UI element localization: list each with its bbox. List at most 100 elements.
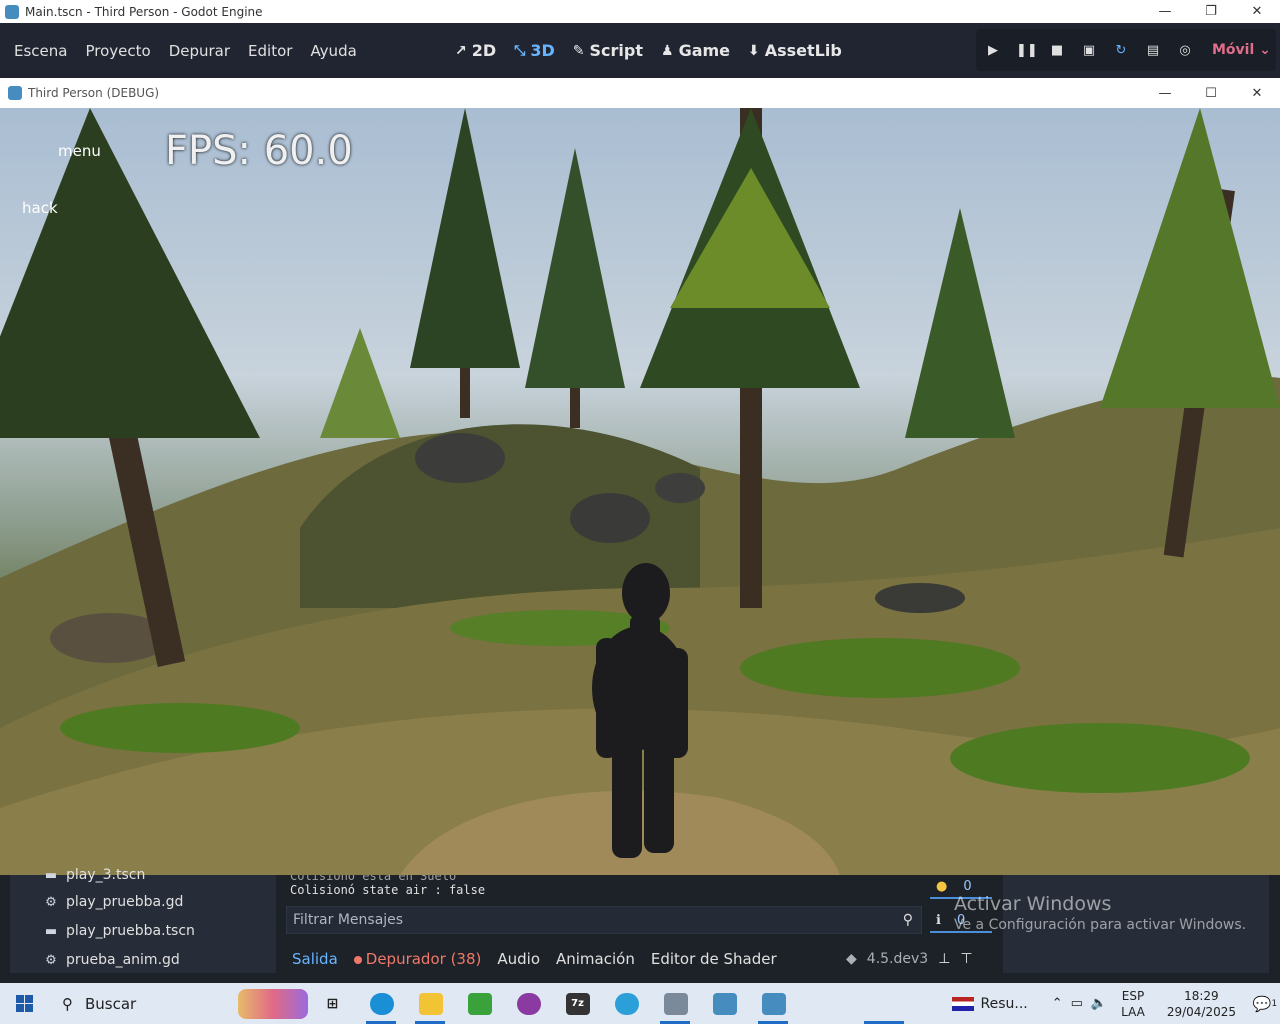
tab-salida[interactable]: Salida [292,950,338,968]
flag-icon [952,996,975,1011]
volume-icon[interactable]: 🔈 [1091,996,1107,1011]
game-scene [0,108,1280,875]
7zip-icon: 7z [565,992,590,1015]
outer-window-titlebar: Main.tscn - Third Person - Godot Engine … [0,0,1280,23]
version-label: 4.5.dev3 [866,951,929,967]
tab-audio[interactable]: Audio [497,950,540,968]
game-maximize-button[interactable]: ☐ [1188,78,1234,108]
expand-panel-icon[interactable]: ⊤ [960,951,972,967]
notes-icon [467,992,492,1015]
pause-icon[interactable]: ❚❚ [1016,43,1038,58]
error-dot-icon [353,956,362,964]
game-window-titlebar: Third Person (DEBUG) — ☐ ✕ [0,78,1280,108]
file-item[interactable]: ▬ play_3.tscn [44,864,146,886]
hud-hack-button[interactable]: hack [22,199,58,217]
minimize-button[interactable]: — [1142,0,1188,23]
taskbar-notes[interactable] [455,983,504,1024]
hud-menu-button[interactable]: menu [58,142,101,160]
file-item[interactable]: ▬ play_pruebba.tscn [44,920,195,942]
editor-top-bar: Escena Proyecto Depurar Editor Ayuda ↗ 2D… [0,23,1280,78]
tab-shader-editor[interactable]: Editor de Shader [651,950,777,968]
godot-icon [5,4,19,19]
stop-icon[interactable]: ■ [1048,43,1066,58]
task-view-icon: ⊞ [326,995,339,1012]
log-line: Colisionó está en Suelo [290,875,457,883]
tray-icons: ⌃ ▭ 🔈 [1052,996,1107,1011]
play-icon[interactable]: ▶ [984,43,1002,58]
windows-taskbar: ⚲ Buscar ⊞ 7z Resu... ⌃ ▭ 🔈 ESP LAA 18:2… [0,983,1280,1024]
rock [570,493,650,543]
output-log: Colisionó está en Suelo Colisionó state … [290,875,926,903]
scene-icon: ▬ [44,867,58,883]
play-scene-icon[interactable]: ▤ [1144,43,1162,58]
tab-depurador[interactable]: Depurador (38) [353,950,481,968]
search-icon: ⚲ [62,994,73,1013]
tree-foliage [320,328,400,438]
taskbar-photos[interactable] [651,983,700,1024]
news-widget[interactable]: Resu... [952,996,1028,1012]
info-icon: ℹ [936,912,941,928]
tab-animacion[interactable]: Animación [556,950,635,968]
taskbar-godot-game[interactable] [749,983,798,1024]
workspace-switcher: ↗ 2D ⤡ 3D ✎ Script ♟ Game ⬇ AssetLib [455,23,842,78]
grass [740,638,1020,698]
input-language[interactable]: ESP LAA [1121,988,1145,1020]
3d-icon: ⤡ [514,42,526,59]
warning-icon: ● [936,878,948,894]
system-tray: Resu... ⌃ ▭ 🔈 ESP LAA 18:29 29/04/2025 💬… [952,983,1280,1024]
reload-icon[interactable]: ↻ [1112,43,1130,58]
taskbar-clock[interactable]: 18:29 29/04/2025 [1167,988,1236,1020]
taskbar-search[interactable]: ⚲ Buscar [48,983,246,1024]
folder-icon [418,992,443,1015]
menu-depurar[interactable]: Depurar [169,42,230,60]
taskbar-telegram[interactable] [602,983,651,1024]
task-view-button[interactable]: ⊞ [308,983,357,1024]
menu-editor[interactable]: Editor [248,42,292,60]
workspace-script[interactable]: ✎ Script [573,41,643,60]
chevron-up-icon[interactable]: ⌃ [1052,996,1063,1011]
file-item[interactable]: ⚙ play_pruebba.gd [44,891,183,913]
workspace-assetlib[interactable]: ⬇ AssetLib [748,41,842,60]
godot-icon [712,992,737,1015]
tree-foliage [525,148,625,388]
2d-icon: ↗ [455,42,467,59]
pin-icon[interactable]: ⊥ [938,951,950,967]
windows-activation-watermark: Activar Windows Ve a Configuración para … [954,893,1247,933]
workspace-game[interactable]: ♟ Game [661,41,730,60]
github-icon [516,992,541,1015]
run-toolbar: ▶ ❚❚ ■ ▣ ↻ ▤ ◎ Móvil ⌄ [976,29,1276,71]
tree-foliage [905,208,1015,438]
workspace-3d[interactable]: ⤡ 3D [514,41,555,60]
taskbar-github[interactable] [504,983,553,1024]
remote-debug-icon[interactable]: ▣ [1080,43,1098,58]
movie-maker-icon[interactable]: ◎ [1176,43,1194,58]
version-area: ◆ 4.5.dev3 ⊥ ⊤ [846,945,973,973]
game-viewport[interactable]: menu hack FPS: 60.0 [0,108,1280,875]
taskbar-explorer[interactable] [406,983,455,1024]
rock [655,473,705,503]
menu-proyecto[interactable]: Proyecto [85,42,150,60]
network-icon[interactable]: ▭ [1071,996,1083,1011]
start-button[interactable] [0,983,48,1024]
close-button[interactable]: ✕ [1234,0,1280,23]
filter-messages-input[interactable]: Filtrar Mensajes ⚲ [286,906,922,934]
grass [60,703,300,753]
filesystem-dock: ▬ play_3.tscn ⚙ play_pruebba.gd ▬ play_p… [10,867,276,973]
rock [415,433,505,483]
menu-escena[interactable]: Escena [14,42,67,60]
menu-ayuda[interactable]: Ayuda [310,42,356,60]
taskbar-edge[interactable] [357,983,406,1024]
game-minimize-button[interactable]: — [1142,78,1188,108]
file-item[interactable]: ⚙ prueba_anim.gd [44,949,180,971]
godot-icon [8,86,22,100]
notification-center-button[interactable]: 💬 1 [1250,995,1280,1013]
restore-button[interactable]: ❐ [1188,0,1234,23]
workspace-2d[interactable]: ↗ 2D [455,41,496,60]
renderer-selector[interactable]: Móvil ⌄ [1212,42,1271,58]
taskbar-godot[interactable] [700,983,749,1024]
photos-icon [663,992,688,1015]
game-close-button[interactable]: ✕ [1234,78,1280,108]
taskbar-7zip[interactable]: 7z [553,983,602,1024]
godot-icon [761,992,786,1015]
update-icon: ◆ [846,951,857,967]
